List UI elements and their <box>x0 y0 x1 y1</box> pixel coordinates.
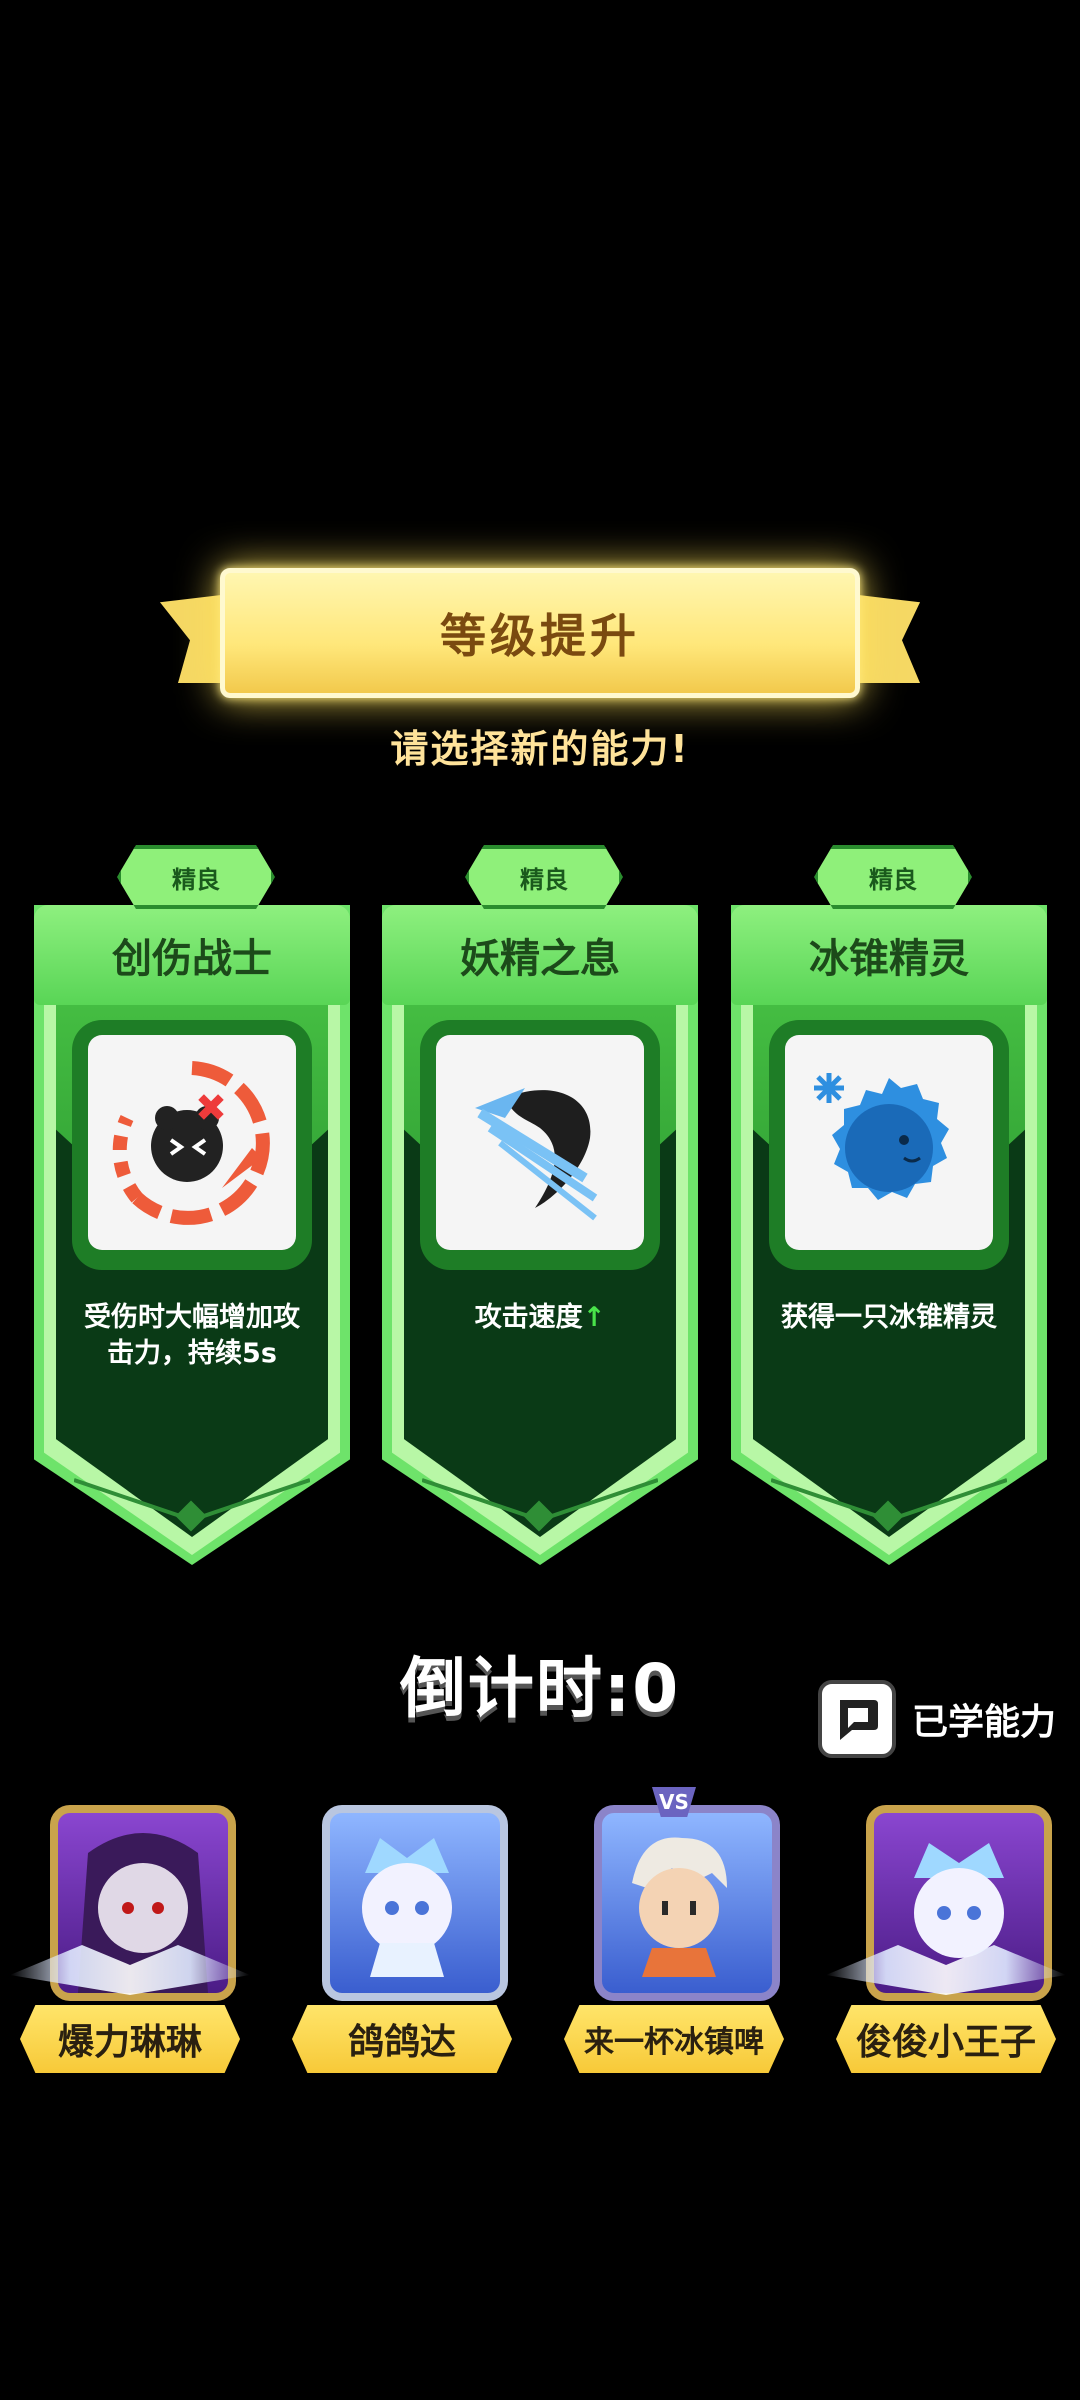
player-slot-2[interactable]: 鸽鸽达 <box>292 1795 512 2085</box>
player-name: 来一杯冰镇啤 <box>584 2025 764 2060</box>
card-title: 妖精之息 <box>460 936 620 982</box>
countdown-value: 0 <box>632 1650 681 1727</box>
card-description: 攻击速度↑ <box>412 1300 668 1336</box>
player-name-plate: 鸽鸽达 <box>292 2005 512 2073</box>
learned-abilities-button[interactable]: 已学能力 <box>818 1680 1056 1758</box>
ability-card-fairy-breath[interactable]: 妖精之息 精良 攻击速度↑ <box>382 845 698 1585</box>
fairy-breath-claw-icon <box>436 1035 644 1250</box>
card-description: 获得一只冰锥精灵 <box>781 1302 997 1333</box>
player-name: 鸽鸽达 <box>347 2022 456 2063</box>
player-avatar[interactable] <box>594 1805 780 2001</box>
level-up-banner: 等级提升 <box>160 568 920 698</box>
countdown-label: 倒计时: <box>399 1650 633 1727</box>
player-slot-4[interactable]: 俊俊小王子 <box>826 1795 1066 2085</box>
card-title-bar: 妖精之息 <box>382 905 698 1005</box>
card-description: 受伤时大幅增加攻 击力，持续5s <box>64 1300 320 1372</box>
arrow-up-icon: ↑ <box>582 1302 606 1333</box>
card-title: 冰锥精灵 <box>809 936 969 982</box>
description-text: 攻击速度 <box>474 1302 583 1333</box>
description-line-1: 受伤时大幅增加攻 <box>84 1302 300 1333</box>
rarity-tag: 精良 <box>814 845 972 909</box>
player-name-plate: 来一杯冰镇啤 <box>564 2005 784 2073</box>
card-title: 创伤战士 <box>112 936 272 982</box>
wounded-warrior-icon <box>88 1035 296 1250</box>
rarity-label: 精良 <box>520 865 568 894</box>
rarity-label: 精良 <box>172 865 220 894</box>
player-name: 爆力琳琳 <box>57 2022 202 2063</box>
rarity-tag: 精良 <box>465 845 623 909</box>
ice-spirit-icon <box>785 1035 993 1250</box>
banner-title: 等级提升 <box>440 609 640 663</box>
player-name: 俊俊小王子 <box>855 2022 1036 2063</box>
card-title-bar: 创伤战士 <box>34 905 350 1005</box>
player-slot-1[interactable]: 爆力琳琳 <box>10 1795 250 2085</box>
player-name-plate: 俊俊小王子 <box>836 2005 1056 2073</box>
rarity-label: 精良 <box>869 865 917 894</box>
rarity-tag: 精良 <box>117 845 275 909</box>
player-slot-3[interactable]: VS 来一杯冰镇啤 <box>564 1787 784 2085</box>
speech-bubble-icon[interactable] <box>818 1680 896 1758</box>
choose-ability-prompt: 请选择新的能力! <box>390 727 690 771</box>
player-avatar[interactable] <box>322 1805 508 2001</box>
description-line-2: 击力，持续5s <box>107 1338 277 1369</box>
ability-card-ice-spirit[interactable]: 冰锥精灵 精良 获得一只冰锥精灵 <box>731 845 1047 1585</box>
card-title-bar: 冰锥精灵 <box>731 905 1047 1005</box>
player-name-plate: 爆力琳琳 <box>20 2005 240 2073</box>
learned-abilities-label[interactable]: 已学能力 <box>912 1693 1056 1745</box>
banner-body: 等级提升 <box>220 568 860 698</box>
ability-card-wounded-warrior[interactable]: 创伤战士 精良 受伤时大幅增加攻 击力，持续5s <box>34 845 350 1585</box>
